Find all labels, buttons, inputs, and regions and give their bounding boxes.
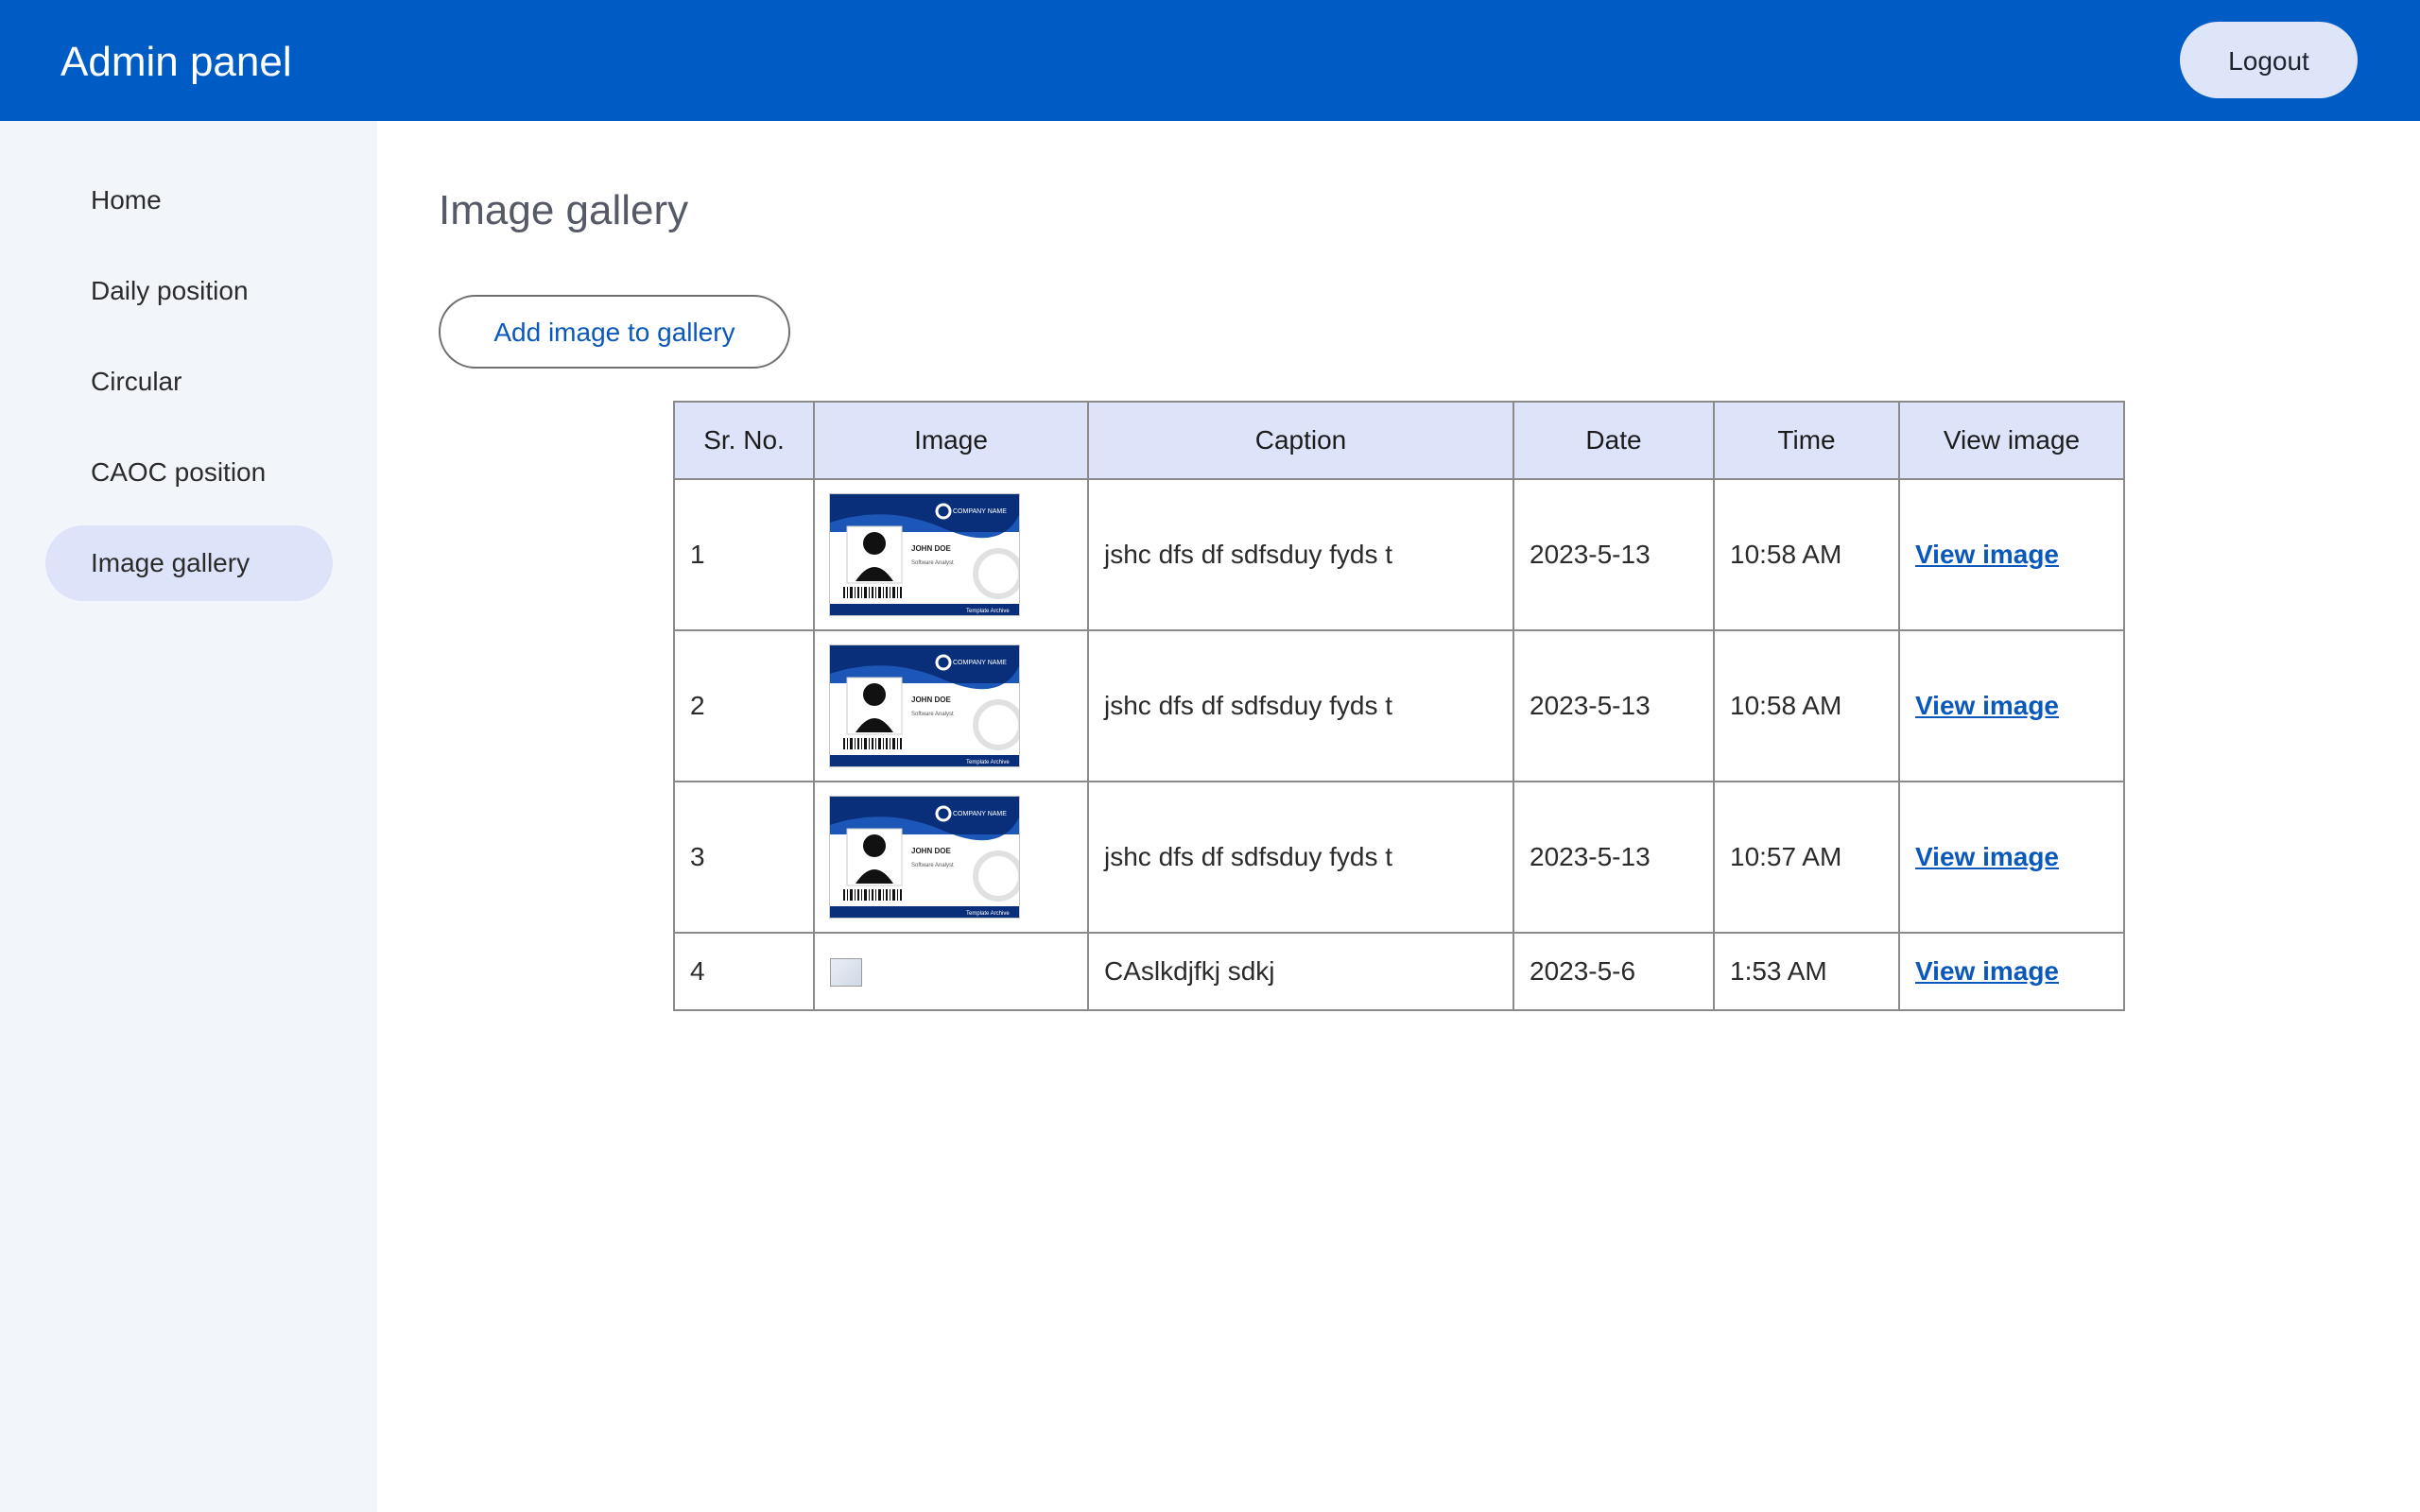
cell-caption: jshc dfs df sdfsduy fyds t [1087, 781, 1514, 934]
sidebar-item-caoc-position[interactable]: CAOC position [45, 435, 333, 510]
column-header-sr-no: Sr. No. [673, 401, 815, 480]
column-header-caption: Caption [1087, 401, 1514, 480]
id-card-company-text: COMPANY NAME [953, 811, 1007, 817]
cell-view-image: View image [1898, 932, 2125, 1011]
sidebar-item-home[interactable]: Home [45, 163, 333, 238]
view-image-link[interactable]: View image [1915, 956, 2059, 986]
cell-caption: jshc dfs df sdfsduy fyds t [1087, 478, 1514, 631]
cell-image: COMPANY NAME JOHN DOE Software Analyst T… [813, 781, 1089, 934]
sidebar: Home Daily position Circular CAOC positi… [0, 121, 377, 1512]
cell-image: COMPANY NAME JOHN DOE Software Analyst T… [813, 629, 1089, 782]
id-card-name-text: JOHN DOE [911, 847, 951, 855]
top-header: Admin panel Logout [0, 0, 2420, 121]
cell-view-image: View image [1898, 781, 2125, 934]
table-row: 1 COMPANY NAME JOHN DOE Software Analyst [673, 478, 2125, 631]
cell-date: 2023-5-13 [1512, 478, 1715, 631]
view-image-link[interactable]: View image [1915, 691, 2059, 720]
cell-sr-no: 3 [673, 781, 815, 934]
cell-date: 2023-5-6 [1512, 932, 1715, 1011]
page-title: Image gallery [439, 187, 689, 233]
table-row: 2 COMPANY NAME JOHN DOE Software Analyst [673, 629, 2125, 782]
id-card-role-text: Software Analyst [911, 863, 954, 868]
cell-image: COMPANY NAME JOHN DOE Software Analyst T… [813, 478, 1089, 631]
sidebar-item-circular[interactable]: Circular [45, 344, 333, 420]
cell-date: 2023-5-13 [1512, 781, 1715, 934]
id-card-name-text: JOHN DOE [911, 696, 951, 704]
cell-time: 1:53 AM [1713, 932, 1900, 1011]
app-title: Admin panel [60, 39, 292, 85]
view-image-link[interactable]: View image [1915, 540, 2059, 569]
broken-image-icon[interactable] [830, 958, 862, 988]
cell-date: 2023-5-13 [1512, 629, 1715, 782]
cell-time: 10:57 AM [1713, 781, 1900, 934]
id-card-name-text: JOHN DOE [911, 544, 951, 553]
id-card-footer-text: Template Archive [966, 911, 1010, 917]
id-card-image: COMPANY NAME JOHN DOE Software Analyst T… [830, 494, 1024, 615]
cell-caption: CAslkdjfkj sdkj [1087, 932, 1514, 1011]
cell-view-image: View image [1898, 478, 2125, 631]
id-card-company-text: COMPANY NAME [953, 660, 1007, 666]
table-row: 4 CAslkdjfkj sdkj 2023-5-6 1:53 AM View … [673, 932, 2125, 1011]
id-card-image: COMPANY NAME JOHN DOE Software Analyst T… [830, 645, 1024, 766]
image-gallery-table: Sr. No. Image Caption Date Time View ima… [673, 401, 2125, 1011]
id-card-company-text: COMPANY NAME [953, 508, 1007, 515]
cell-sr-no: 2 [673, 629, 815, 782]
cell-time: 10:58 AM [1713, 629, 1900, 782]
id-card-thumbnail[interactable]: COMPANY NAME JOHN DOE Software Analyst T… [830, 494, 1024, 615]
table-header-row: Sr. No. Image Caption Date Time View ima… [673, 401, 2125, 480]
id-card-footer-text: Template Archive [966, 760, 1010, 765]
id-card-image: COMPANY NAME JOHN DOE Software Analyst T… [830, 797, 1024, 918]
cell-sr-no: 4 [673, 932, 815, 1011]
view-image-link[interactable]: View image [1915, 842, 2059, 871]
sidebar-item-image-gallery[interactable]: Image gallery [45, 525, 333, 601]
sidebar-item-daily-position[interactable]: Daily position [45, 253, 333, 329]
id-card-role-text: Software Analyst [911, 712, 954, 717]
id-card-footer-text: Template Archive [966, 609, 1010, 614]
column-header-view-image: View image [1898, 401, 2125, 480]
column-header-date: Date [1512, 401, 1715, 480]
cell-sr-no: 1 [673, 478, 815, 631]
logout-button[interactable]: Logout [2180, 22, 2358, 98]
column-header-image: Image [813, 401, 1089, 480]
id-card-role-text: Software Analyst [911, 560, 954, 566]
cell-time: 10:58 AM [1713, 478, 1900, 631]
add-image-button[interactable]: Add image to gallery [439, 295, 790, 369]
cell-image [813, 932, 1089, 1011]
column-header-time: Time [1713, 401, 1900, 480]
id-card-thumbnail[interactable]: COMPANY NAME JOHN DOE Software Analyst T… [830, 797, 1024, 918]
table-row: 3 COMPANY NAME JOHN DOE Software Analyst [673, 781, 2125, 934]
id-card-thumbnail[interactable]: COMPANY NAME JOHN DOE Software Analyst T… [830, 645, 1024, 766]
cell-view-image: View image [1898, 629, 2125, 782]
cell-caption: jshc dfs df sdfsduy fyds t [1087, 629, 1514, 782]
